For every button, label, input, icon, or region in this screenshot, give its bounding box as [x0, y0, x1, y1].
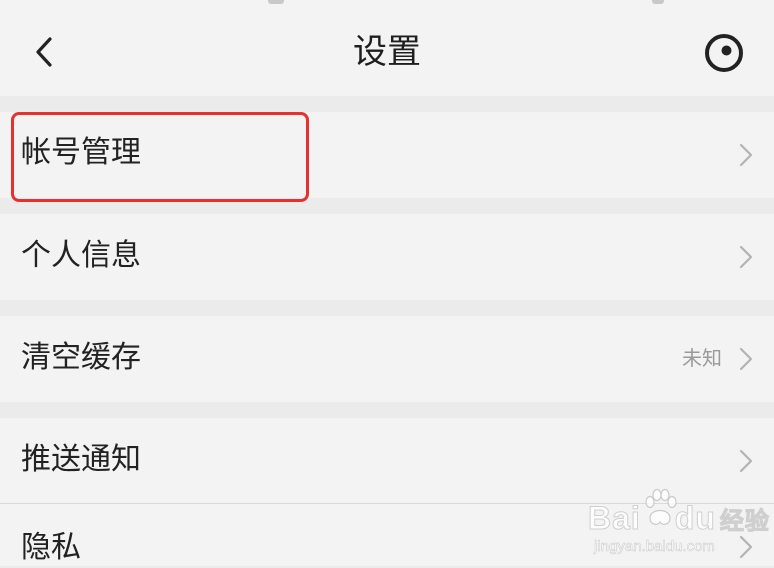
list-item-account-management[interactable]: 帐号管理 [0, 112, 774, 198]
list-item-push-notifications[interactable]: 推送通知 [0, 418, 774, 503]
nav-bar: 设置 [0, 0, 774, 96]
row-label: 个人信息 [21, 238, 141, 273]
chevron-right-icon [739, 245, 753, 269]
camera-lens-icon [705, 34, 743, 72]
row-label: 帐号管理 [21, 135, 141, 170]
cache-size-value: 未知 [682, 346, 722, 370]
chevron-right-icon [739, 143, 753, 167]
camera-button[interactable] [701, 30, 747, 76]
list-item-privacy[interactable]: 隐私 [0, 504, 774, 566]
row-label: 隐私 [21, 530, 81, 565]
chevron-right-icon [739, 535, 753, 559]
row-label: 清空缓存 [21, 340, 141, 375]
status-bar-remnant [268, 0, 284, 4]
chevron-right-icon [739, 449, 753, 473]
chevron-right-icon [739, 347, 753, 371]
page-title: 设置 [353, 32, 421, 72]
list-item-clear-cache[interactable]: 清空缓存 未知 [0, 316, 774, 402]
status-bar-remnant [652, 0, 664, 4]
row-label: 推送通知 [21, 442, 141, 477]
list-item-personal-info[interactable]: 个人信息 [0, 214, 774, 300]
